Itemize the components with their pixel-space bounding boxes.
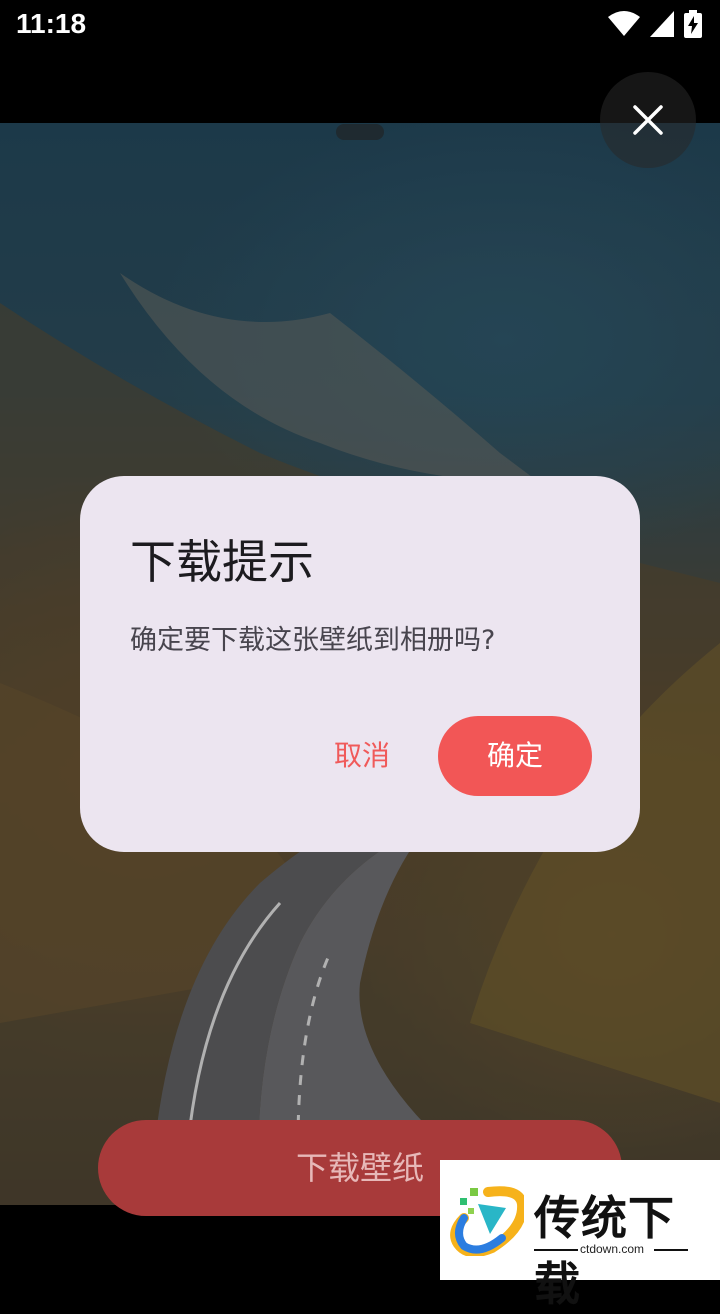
download-prompt-dialog: 下载提示 确定要下载这张壁纸到相册吗? 取消 确定 [80,476,640,852]
status-bar: 11:18 [0,0,720,50]
close-icon [633,105,663,135]
cellular-signal-icon [650,11,674,37]
drag-handle[interactable] [336,124,384,140]
dialog-message: 确定要下载这张壁纸到相册吗? [130,625,496,656]
close-button[interactable] [600,72,696,168]
watermark-divider-left [534,1249,578,1251]
status-icons [608,10,702,38]
watermark-url: ctdown.com [580,1242,645,1256]
battery-charging-icon [684,10,702,38]
status-time: 11:18 [16,8,87,39]
wifi-icon [608,11,640,37]
dialog-title: 下载提示 [130,535,314,589]
confirm-button[interactable]: 确定 [438,716,592,796]
watermark-divider-right [654,1249,688,1251]
cancel-button[interactable]: 取消 [316,716,408,796]
watermark-badge: 传统下载 ctdown.com [440,1160,720,1311]
ctdown-logo-icon [450,1184,528,1260]
